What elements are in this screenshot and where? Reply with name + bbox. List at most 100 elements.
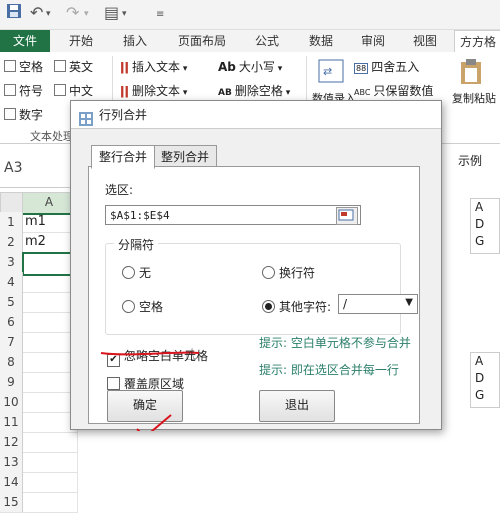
row-header[interactable]: 9 [0,372,23,393]
label: 其他字符: [279,300,332,314]
row-header[interactable]: 1 [0,212,23,233]
tab-formulas[interactable]: 公式 [244,30,290,52]
range-label: 选区: [105,183,134,197]
round-icon: 88 [354,63,369,74]
hint-range: 提示: 即在选区合并每一行 [259,363,399,377]
name-box[interactable]: A3 [4,160,22,176]
delete-space-button[interactable]: AB 删除空格 ▾ [218,82,290,99]
radio[interactable] [122,300,135,313]
delete-text-button[interactable]: ǀǀ 删除文本 ▾ [120,82,187,99]
row-header[interactable]: 7 [0,332,23,353]
cell-a15[interactable] [22,492,78,513]
radio[interactable] [122,266,135,279]
cell-a12[interactable] [22,432,78,453]
checkbox-checked[interactable]: ✔ [107,354,120,367]
list-item: A [475,200,484,214]
example-panel: 示例 A D G A D G [440,150,500,500]
checkbox[interactable] [4,84,16,96]
insert-text-button[interactable]: ǀǀ 插入文本 ▾ [120,58,187,75]
checkbox-symbol[interactable]: 符号 [4,82,43,99]
row-header[interactable]: 12 [0,432,23,453]
checkbox[interactable] [4,108,16,120]
numeric-entry-icon[interactable]: ⇄ [318,58,346,87]
checkbox[interactable] [54,84,66,96]
keep-values-button[interactable]: ABC 只保留数值 [354,82,433,99]
label: 换行符 [279,266,316,280]
checkbox[interactable] [107,377,120,390]
checkbox-chinese[interactable]: 中文 [54,82,93,99]
row-header[interactable]: 13 [0,452,23,473]
list-item: D [475,371,485,385]
delete-space-icon: AB [218,88,232,98]
label: 符号 [19,84,44,98]
row-header[interactable]: 3 [0,252,23,273]
label: 中文 [69,84,94,98]
tab-data[interactable]: 数据 [298,30,344,52]
case-button[interactable]: Ab 大小写 ▾ [218,58,282,75]
redo-icon[interactable]: ↷ [66,3,79,22]
row-header[interactable]: 5 [0,292,23,313]
other-char-select[interactable]: / ▼ [338,294,418,314]
list-item: D [475,217,485,231]
radio-selected[interactable] [262,300,275,313]
row-header[interactable]: 2 [0,232,23,253]
range-input[interactable]: $A$1:$E$4 [105,205,361,225]
undo-icon[interactable]: ↶ [30,3,43,22]
tab-page-layout[interactable]: 页面布局 [168,30,236,52]
cell-a14[interactable] [22,472,78,493]
copy-paste-label: 复制粘贴 [452,92,496,105]
row-header[interactable]: 8 [0,352,23,373]
form-icon[interactable]: ▤ [104,3,119,22]
chevron-down-icon[interactable]: ▼ [405,297,413,308]
radio-other[interactable]: 其他字符: [262,298,331,315]
tab-review[interactable]: 审阅 [350,30,396,52]
tab-home[interactable]: 开始 [58,30,104,52]
merge-dialog: 行列合并 整行合并 整列合并 选区: $A$1:$E$4 分隔符 无 换行符 空… [70,100,442,431]
chevron-down-icon[interactable]: ▾ [122,9,127,19]
label: 覆盖原区域 [124,377,185,391]
dialog-title: 行列合并 [99,108,148,122]
chevron-down-icon[interactable]: ▾ [46,9,51,19]
keep-values-icon: ABC [354,88,371,97]
hint-blank: 提示: 空白单元格不参与合并 [259,336,411,350]
radio[interactable] [262,266,275,279]
row-header[interactable]: 6 [0,312,23,333]
cell-a13[interactable] [22,452,78,473]
customize-icon[interactable]: ≡ [156,9,164,20]
tab-file[interactable]: 文件 [0,30,50,52]
exit-button[interactable]: 退出 [259,390,335,422]
tab-merge-rows[interactable]: 整行合并 [91,145,155,169]
radio-newline[interactable]: 换行符 [262,264,315,281]
example-label: 示例 [458,154,483,168]
dialog-panel: 选区: $A$1:$E$4 分隔符 无 换行符 空格 其他字符: / ▼ ✔ 忽略… [88,166,420,424]
checkbox-number[interactable]: 数字 [4,106,43,123]
tab-view[interactable]: 视图 [402,30,448,52]
checkbox-space[interactable]: 空格 [4,58,43,75]
tab-fangfangge[interactable]: 方方格 [454,30,500,53]
row-header[interactable]: 4 [0,272,23,293]
chevron-down-icon: ▾ [274,64,283,74]
clipboard-icon[interactable] [458,58,484,89]
chevron-down-icon: ▾ [179,64,188,74]
radio-space[interactable]: 空格 [122,298,163,315]
checkbox[interactable] [4,60,16,72]
checkbox-english[interactable]: 英文 [54,58,93,75]
label: 无 [139,266,152,280]
row-header[interactable]: 10 [0,392,23,413]
checkbox[interactable] [54,60,66,72]
ok-button[interactable]: 确定 [107,390,183,422]
quick-access-toolbar: ↶ ▾ ↷ ▾ ▤ ▾ ≡ [0,0,500,30]
chevron-down-icon[interactable]: ▾ [84,9,89,19]
app-icon [79,108,93,136]
row-header[interactable]: 15 [0,492,23,513]
range-picker-icon[interactable] [336,207,358,225]
row-header[interactable]: 11 [0,412,23,433]
dialog-titlebar[interactable]: 行列合并 [71,101,441,129]
list-item: A [475,354,484,368]
row-header[interactable]: 14 [0,472,23,493]
tab-insert[interactable]: 插入 [112,30,158,52]
corner-select[interactable] [0,192,24,214]
save-icon[interactable] [6,3,22,23]
round-button[interactable]: 88 四舍五入 [354,58,419,75]
radio-none[interactable]: 无 [122,264,151,281]
